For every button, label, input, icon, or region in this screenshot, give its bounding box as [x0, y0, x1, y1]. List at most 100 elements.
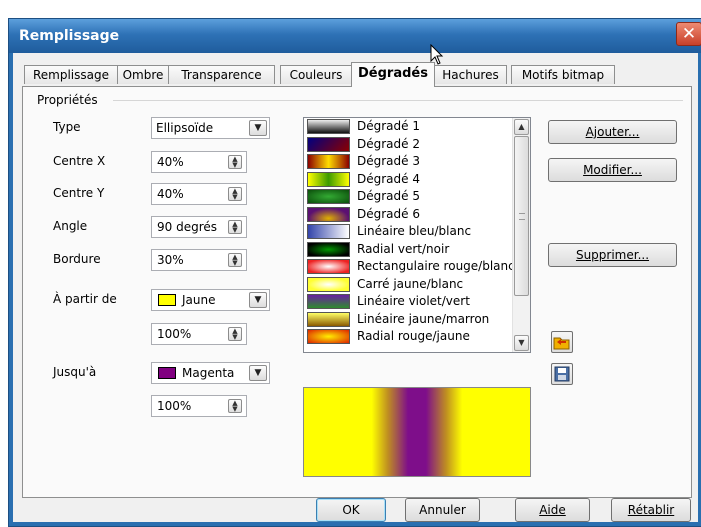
- center-y-value: 40%: [157, 187, 184, 201]
- chevron-down-icon[interactable]: ▼: [249, 120, 267, 136]
- list-item-label: Radial rouge/jaune: [357, 329, 470, 343]
- list-item[interactable]: Linéaire jaune/marron: [304, 311, 514, 329]
- to-color-select[interactable]: Magenta ▼: [151, 362, 270, 384]
- list-item[interactable]: Dégradé 6: [304, 206, 514, 224]
- angle-label: Angle: [53, 219, 88, 233]
- tab-couleurs[interactable]: Couleurs: [280, 65, 352, 84]
- gradient-blue-red-thumb: [307, 136, 350, 152]
- spin-arrows-icon[interactable]: ▲ ▼: [228, 327, 242, 341]
- tab-transparence[interactable]: Transparence: [168, 65, 275, 84]
- list-item[interactable]: Dégradé 2: [304, 136, 514, 154]
- center-x-label: Centre X: [53, 154, 106, 168]
- tab-remplissage[interactable]: Remplissage: [24, 65, 118, 84]
- spin-arrows-icon[interactable]: ▲ ▼: [228, 220, 242, 234]
- chevron-down-icon[interactable]: ▼: [249, 292, 267, 308]
- close-button[interactable]: ✕: [676, 22, 701, 46]
- to-color-name: Magenta: [182, 366, 235, 380]
- scroll-thumb[interactable]: [514, 136, 529, 296]
- type-value: Ellipsoïde: [156, 121, 214, 135]
- save-gradients-button[interactable]: [551, 363, 573, 385]
- add-button-label: Ajouter...: [585, 125, 640, 139]
- reset-button-label: Rétablir: [627, 503, 675, 517]
- reset-button[interactable]: Rétablir: [611, 498, 691, 522]
- spin-arrows-icon[interactable]: ▲ ▼: [228, 399, 242, 413]
- list-item[interactable]: Dégradé 1: [304, 118, 514, 136]
- gradient-blue-white-thumb: [307, 224, 350, 239]
- gradient-green-black-thumb: [307, 241, 350, 257]
- angle-value: 90 degrés: [157, 220, 218, 234]
- to-intensity-value: 100%: [157, 399, 192, 413]
- list-item[interactable]: Linéaire bleu/blanc: [304, 223, 514, 241]
- from-intensity-spin[interactable]: 100% ▲ ▼: [151, 323, 247, 345]
- gradient-gray-thumb: [307, 119, 350, 134]
- gradient-list[interactable]: Dégradé 1 Dégradé 2 Dégradé 3 Dégradé 4 …: [303, 117, 531, 353]
- border-value: 30%: [157, 253, 184, 267]
- list-item-label: Linéaire jaune/marron: [357, 311, 490, 326]
- list-item[interactable]: Rectangulaire rouge/blanc: [304, 258, 514, 276]
- gradient-red-yellow-thumb: [307, 154, 350, 169]
- close-icon: ✕: [681, 24, 697, 44]
- angle-spin[interactable]: 90 degrés ▲ ▼: [151, 216, 247, 238]
- from-color-swatch: [158, 294, 176, 306]
- list-item-label: Radial vert/noir: [357, 241, 450, 256]
- tab-degrades[interactable]: Dégradés: [351, 62, 435, 87]
- list-item-label: Dégradé 1: [357, 119, 420, 133]
- type-select[interactable]: Ellipsoïde ▼: [151, 117, 270, 139]
- gradient-purple-thumb: [307, 206, 350, 222]
- scroll-down-icon[interactable]: ▼: [514, 335, 529, 351]
- gradient-yellow-white-thumb: [307, 276, 350, 292]
- list-item-label: Rectangulaire rouge/blanc: [357, 259, 514, 273]
- dialog-footer: OK Annuler Aide Rétablir: [13, 498, 698, 522]
- list-item[interactable]: Carré jaune/blanc: [304, 276, 514, 294]
- scroll-up-icon[interactable]: ▲: [514, 119, 529, 135]
- border-label: Bordure: [53, 252, 101, 266]
- tab-motifs-bitmap[interactable]: Motifs bitmap: [511, 65, 615, 84]
- add-button[interactable]: Ajouter...: [548, 120, 677, 144]
- help-button[interactable]: Aide: [515, 498, 590, 522]
- list-item-label: Dégradé 6: [357, 206, 420, 221]
- list-item[interactable]: Dégradé 4: [304, 171, 514, 189]
- list-scrollbar[interactable]: ▲ ▼: [512, 118, 530, 352]
- help-button-label: Aide: [539, 503, 566, 517]
- center-x-spin[interactable]: 40% ▲ ▼: [151, 151, 247, 173]
- list-item-label: Dégradé 5: [357, 189, 420, 203]
- center-y-spin[interactable]: 40% ▲ ▼: [151, 183, 247, 205]
- title-bar[interactable]: Remplissage ✕: [9, 19, 701, 53]
- window-title: Remplissage: [19, 28, 120, 44]
- list-item[interactable]: Dégradé 5: [304, 188, 514, 206]
- list-item-label: Dégradé 3: [357, 154, 420, 168]
- modify-button[interactable]: Modifier...: [548, 158, 677, 182]
- chevron-down-icon[interactable]: ▼: [249, 365, 267, 381]
- open-folder-icon: [553, 337, 570, 350]
- to-intensity-spin[interactable]: 100% ▲ ▼: [151, 395, 247, 417]
- tab-ombre[interactable]: Ombre: [117, 65, 169, 84]
- load-gradients-button[interactable]: [551, 331, 573, 353]
- from-color-select[interactable]: Jaune ▼: [151, 289, 270, 311]
- fill-dialog: Remplissage ✕ Remplissage Ombre Transpar…: [8, 18, 701, 527]
- to-label: Jusqu'à: [53, 365, 97, 379]
- delete-button[interactable]: Supprimer...: [548, 243, 677, 267]
- gradient-yellow-green-thumb: [307, 171, 350, 187]
- center-y-label: Centre Y: [53, 186, 105, 200]
- gradient-violet-green-thumb: [307, 294, 350, 309]
- spin-arrows-icon[interactable]: ▲ ▼: [228, 187, 242, 201]
- list-item[interactable]: Radial vert/noir: [304, 241, 514, 259]
- spin-arrows-icon[interactable]: ▲ ▼: [228, 155, 242, 169]
- ok-button[interactable]: OK: [316, 498, 386, 522]
- gradient-preview: [303, 387, 531, 477]
- list-item[interactable]: Dégradé 3: [304, 153, 514, 171]
- gradient-red-white-thumb: [307, 259, 350, 274]
- tab-hachures[interactable]: Hachures: [434, 65, 507, 84]
- center-x-value: 40%: [157, 155, 184, 169]
- from-label: À partir de: [53, 292, 117, 306]
- border-spin[interactable]: 30% ▲ ▼: [151, 249, 247, 271]
- list-item-label: Dégradé 4: [357, 171, 420, 186]
- list-item-label: Linéaire bleu/blanc: [357, 224, 472, 238]
- cancel-button[interactable]: Annuler: [405, 498, 480, 522]
- modify-button-label: Modifier...: [583, 163, 642, 177]
- spin-arrows-icon[interactable]: ▲ ▼: [228, 253, 242, 267]
- dialog-client: Remplissage Ombre Transparence Couleurs …: [13, 53, 698, 522]
- list-item[interactable]: Linéaire violet/vert: [304, 293, 514, 311]
- gradient-green-thumb: [307, 189, 350, 204]
- list-item[interactable]: Radial rouge/jaune: [304, 328, 514, 346]
